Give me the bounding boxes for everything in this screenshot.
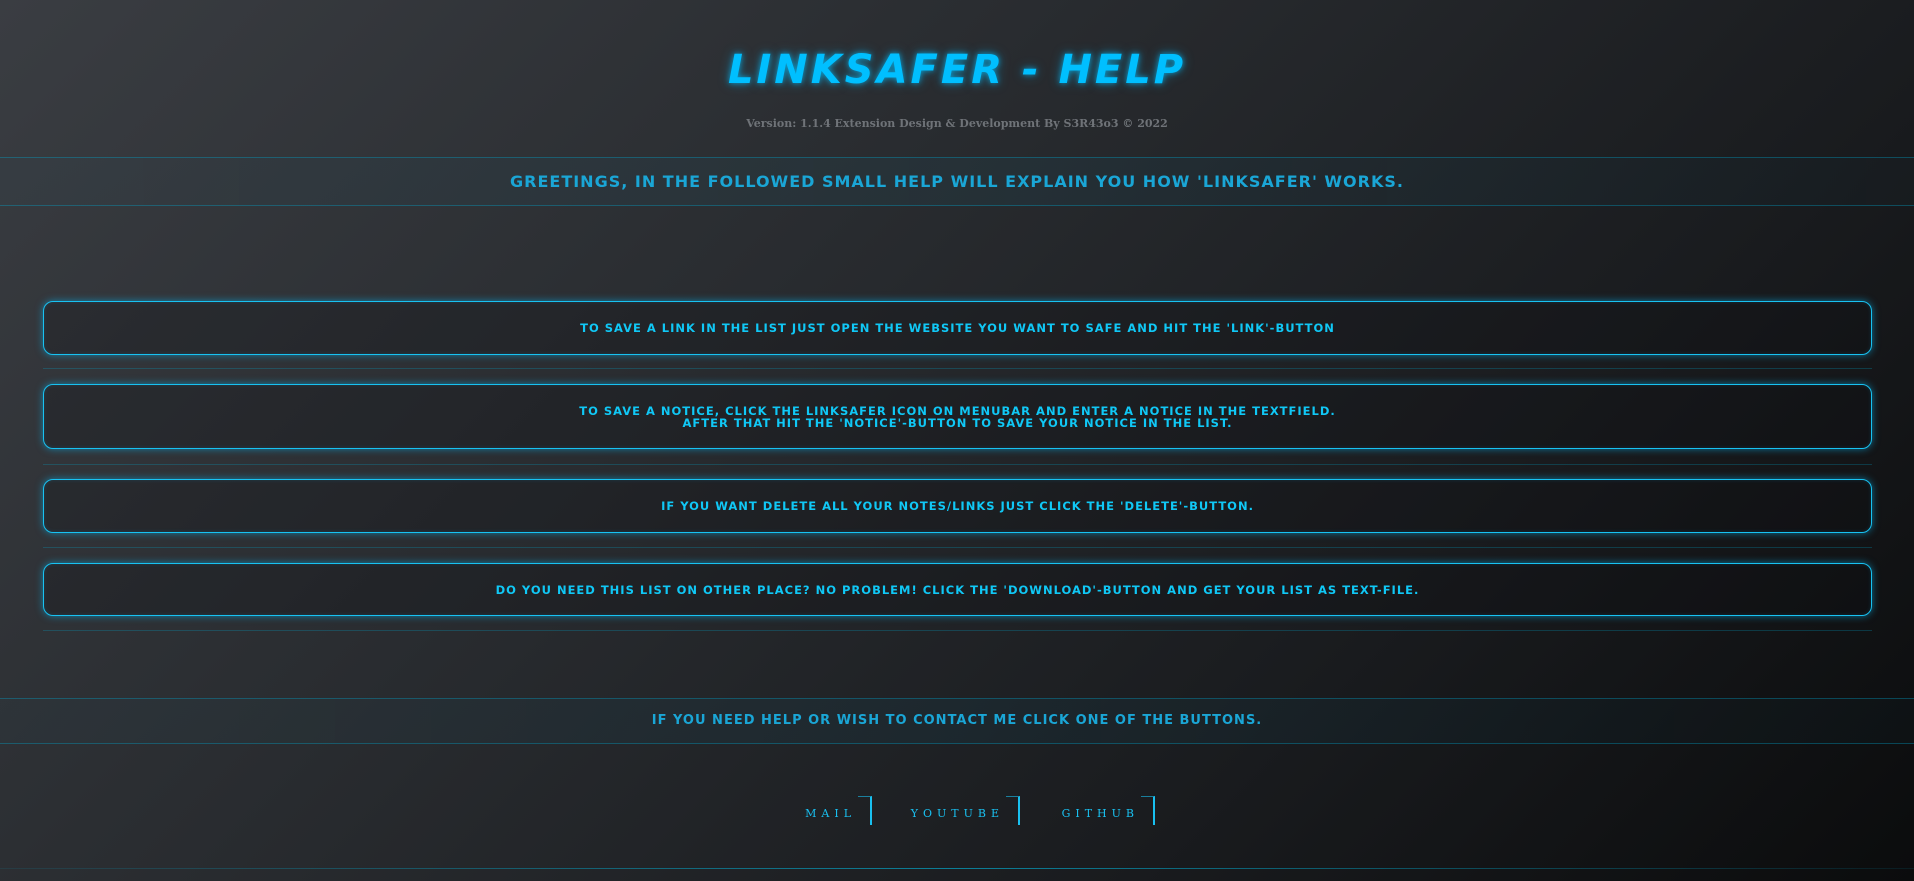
divider <box>43 630 1872 631</box>
github-label: GITHUB <box>1061 807 1139 820</box>
contact-banner: IF YOU NEED HELP OR WISH TO CONTACT ME C… <box>0 698 1914 744</box>
mail-label: MAIL <box>805 807 856 820</box>
help-card-text: DO YOU NEED THIS LIST ON OTHER PLACE? NO… <box>495 582 1420 597</box>
bracket-decoration <box>858 796 872 825</box>
greeting-banner: GREETINGS, IN THE FOLLOWED SMALL HELP WI… <box>0 157 1914 206</box>
version-info: Version: 1.1.4 Extension Design & Develo… <box>746 117 1168 130</box>
mail-button[interactable]: MAIL <box>790 796 872 826</box>
bracket-decoration <box>1141 796 1155 825</box>
youtube-button[interactable]: YOUTUBE <box>908 796 1020 826</box>
divider <box>43 464 1872 465</box>
help-card-delete: IF YOU WANT DELETE ALL YOUR NOTES/LINKS … <box>43 479 1872 533</box>
page-title: LINKSAFER - HELP <box>727 47 1187 93</box>
contact-links: MAIL YOUTUBE GITHUB <box>0 796 1914 826</box>
help-card-link: TO SAVE A LINK IN THE LIST JUST OPEN THE… <box>43 301 1872 355</box>
bottom-divider <box>0 868 1914 869</box>
divider <box>43 368 1872 369</box>
bracket-decoration <box>1006 796 1020 825</box>
help-card-text: AFTER THAT HIT THE 'NOTICE'-BUTTON TO SA… <box>682 415 1233 430</box>
help-card-text: IF YOU WANT DELETE ALL YOUR NOTES/LINKS … <box>661 499 1254 513</box>
help-card-notice: TO SAVE A NOTICE, CLICK THE LINKSAFER IC… <box>43 384 1872 449</box>
youtube-label: YOUTUBE <box>910 807 1004 820</box>
help-card-text: TO SAVE A LINK IN THE LIST JUST OPEN THE… <box>580 321 1335 335</box>
divider <box>43 547 1872 548</box>
help-card-text: TO SAVE A NOTICE, CLICK THE LINKSAFER IC… <box>579 403 1336 418</box>
help-card-download: DO YOU NEED THIS LIST ON OTHER PLACE? NO… <box>43 563 1872 616</box>
github-button[interactable]: GITHUB <box>1056 796 1155 826</box>
